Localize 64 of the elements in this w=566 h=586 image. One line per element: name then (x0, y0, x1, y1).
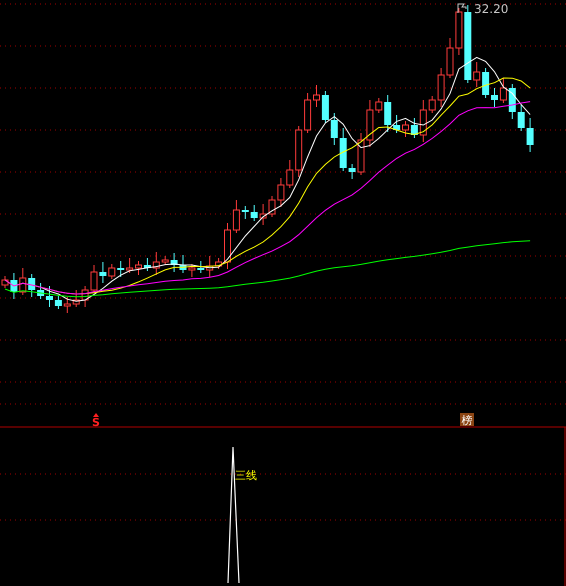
candlestick (410, 118, 418, 138)
candlestick (135, 260, 142, 276)
candlestick (152, 252, 160, 276)
candlestick (224, 222, 231, 270)
candlestick (508, 84, 516, 120)
candlestick (402, 120, 409, 138)
candlestick (144, 258, 151, 272)
candlestick (242, 206, 249, 220)
candlestick (126, 258, 134, 274)
candlestick (268, 196, 276, 218)
candlestick (215, 258, 222, 270)
candlestick (340, 128, 347, 172)
candlestick (330, 112, 338, 146)
candlestick (108, 264, 116, 280)
candlestick (428, 96, 436, 114)
indicator-label: 三线 (235, 469, 257, 482)
candlestick (446, 38, 454, 78)
candlestick (188, 264, 196, 278)
candlestick (384, 94, 392, 132)
candlestick (455, 8, 462, 56)
candlestick (304, 92, 312, 134)
candlestick (37, 282, 44, 300)
candlestick (420, 100, 427, 142)
high-price-label: 32.20 (474, 2, 508, 16)
candlestick (64, 296, 71, 314)
flag-icon (458, 4, 466, 14)
candlestick (180, 254, 186, 274)
candlestick (518, 104, 525, 132)
candlestick (206, 256, 214, 278)
candlestick (162, 256, 169, 266)
candlestick (170, 252, 178, 272)
candlestick (90, 264, 98, 294)
up-arrow-icon (93, 413, 99, 417)
buy-signal-label: S (92, 416, 100, 429)
candlestick (348, 164, 356, 180)
candlestick (19, 268, 26, 296)
candlestick (500, 78, 507, 104)
candlestick (117, 260, 124, 278)
candlestick (526, 118, 534, 152)
candlestick (250, 204, 258, 222)
candlestick (82, 286, 89, 308)
candlestick (46, 286, 53, 308)
candlestick (286, 160, 294, 188)
candlestick (10, 272, 18, 300)
candlestick (99, 262, 106, 284)
candlestick (358, 132, 364, 176)
candlestick (28, 274, 36, 298)
candlestick (313, 84, 320, 108)
candlestick (322, 90, 329, 124)
candlestick (393, 114, 400, 134)
candlestick (366, 100, 374, 148)
candlestick (197, 260, 204, 274)
candlestick (473, 62, 480, 88)
candlestick (438, 68, 445, 108)
candlestick (277, 178, 284, 208)
candlestick (482, 68, 490, 98)
candlestick (491, 88, 498, 108)
candlestick (295, 126, 302, 178)
candlestick (54, 296, 62, 310)
candlestick (72, 290, 80, 308)
candlestick (375, 98, 382, 114)
candlestick (232, 200, 240, 234)
candlestick (260, 204, 267, 226)
rank-badge: 榜 (460, 413, 474, 427)
